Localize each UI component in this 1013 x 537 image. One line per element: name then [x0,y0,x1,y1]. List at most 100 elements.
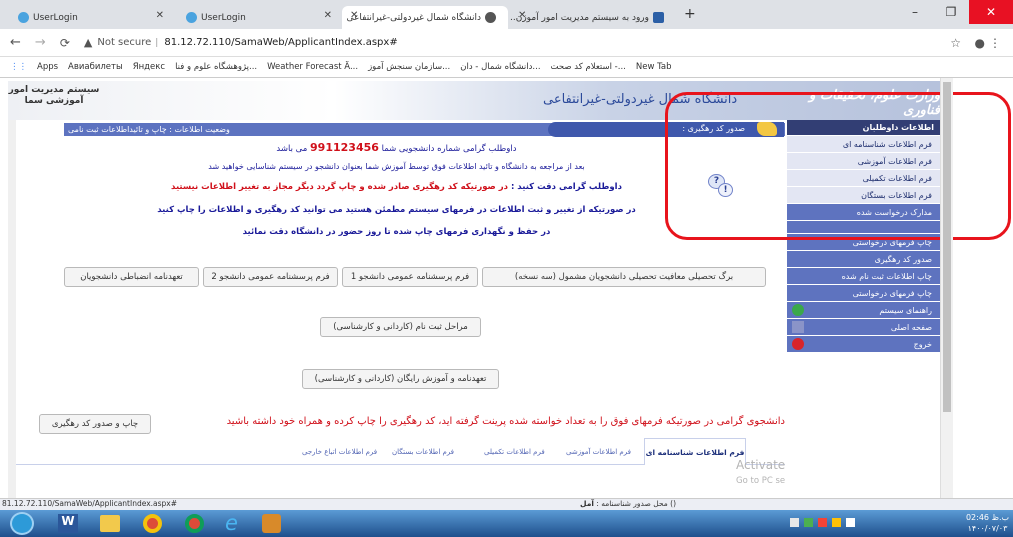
menu-icon[interactable]: ⋮ [989,36,1001,50]
close-window-icon[interactable]: ✕ [969,0,1013,24]
print-tracking-code-button[interactable]: چاپ و صدور کد رهگیری [39,414,151,434]
tab-title: UserLogin [33,12,78,23]
questionnaire-2-button[interactable]: فرم پرسشنامه عمومی دانشجو 2 [203,267,338,287]
close-tab-icon[interactable]: ✕ [350,10,358,21]
footer-birthplace: () محل صدور شناسنامه : آمل [580,499,676,508]
status-url: 81.12.72.110/SamaWeb/ApplicantIndex.aspx… [2,499,178,508]
tray-icon[interactable] [818,518,827,527]
registration-steps-button[interactable]: مراحل ثبت نام (کاردانی و کارشناسی) [320,317,481,337]
sidebar-item-exit[interactable]: خروج [787,336,940,353]
discipline-commitment-button[interactable]: تعهدنامه انضباطی دانشجویان [64,267,199,287]
military-exemption-form-button[interactable]: برگ تحصیلی معافیت تحصیلی دانشجویان مشمول… [482,267,766,287]
tab-supplementary-form[interactable]: فرم اطلاعات تکمیلی [484,448,545,456]
power-icon [792,338,804,350]
bookmark-weather[interactable]: Weather Forecast Ä... [267,62,358,72]
separator: | [155,37,159,48]
clock-time: 02:46 [965,513,990,522]
close-tab-icon[interactable]: ✕ [156,10,164,21]
bookmark-aviabilety[interactable]: Авиабилеты [68,62,123,72]
status-label: وضعیت اطلاعات : چاپ و تائیداطلاعات ثبت ن… [68,123,230,136]
address-bar-row: ← → ⟳ ▲ Not secure | 81.12.72.110/SamaWe… [0,29,1013,57]
bookmark-estelam[interactable]: استعلام کد صحت -... [551,62,626,72]
tray-icon[interactable] [804,518,813,527]
footer-birthplace-value: آمل [580,499,594,508]
browser-tab-bar: UserLogin ✕ UserLogin ✕ دانشگاه شمال غیر… [0,0,1013,29]
bottom-notice: دانشجوی گرامی در صورتیکه فرمهای فوق را ب… [226,416,785,427]
line1-prefix: داوطلب گرامی شماره دانشجویی شما [381,144,517,154]
bookmark-shomal[interactable]: دانشگاه شمال - دان... [460,62,540,72]
url-input[interactable]: 81.12.72.110/SamaWeb/ApplicantIndex.aspx… [164,37,397,48]
tab-relatives-form[interactable]: فرم اطلاعات بستگان [392,448,454,456]
favicon-icon [485,12,496,23]
ie-icon[interactable]: e [225,511,238,535]
sama-logo: سیستم مدیریت امور آموزشی سما [8,85,100,107]
reload-icon[interactable]: ⟳ [60,36,70,50]
activate-windows-title: Activate Windows [736,458,785,472]
line1-suffix: می باشد [276,144,308,154]
sidebar-help-label: راهنمای سیستم [879,305,932,315]
forward-arrow-icon[interactable]: → [35,35,46,50]
bookmark-research[interactable]: پژوهشگاه علوم و فنا... [175,62,257,72]
star-icon[interactable]: ☆ [950,36,961,50]
tab-education-form[interactable]: فرم اطلاعات آموزشی [566,448,631,456]
tray-icon[interactable] [832,518,841,527]
sidebar-home-label: صفحه اصلی [890,322,932,332]
clock[interactable]: 02:46 ب.ظ ۱۴۰۰/۰۷/۰۳ [965,512,1010,534]
app-icon[interactable] [262,514,281,533]
word-icon[interactable]: W [58,514,78,533]
sama-logo-line1: سیستم مدیریت امور [8,85,100,95]
clock-date: ۱۴۰۰/۰۷/۰۳ [967,524,1008,533]
caution-rest: در صورتیکه کد رهگیری صادر شده و چاپ گردد… [171,182,508,192]
tray-icon[interactable] [846,518,855,527]
not-secure-label[interactable]: Not secure [97,37,151,48]
chrome-icon-2[interactable] [185,514,204,533]
tab-identity-form[interactable]: فرم اطلاعات شناسنامه ای [644,438,746,465]
start-icon[interactable] [10,512,34,535]
bookmark-sanjesh[interactable]: سازمان سنجش آموز... [368,62,450,72]
page-scrollbar[interactable] [940,78,953,498]
minimize-icon[interactable]: – [897,0,933,24]
clock-ampm: ب.ظ [991,513,1010,522]
footer-birthplace-label: () محل صدور شناسنامه : [596,499,677,508]
bookmark-yandex[interactable]: Яндекс [133,62,165,72]
help-icon [792,304,804,316]
back-arrow-icon[interactable]: ← [10,35,21,50]
scrollbar-thumb[interactable] [943,82,951,412]
favicon-icon [186,12,197,23]
activate-windows-subtitle: Go to PC settings to activate Windows. [736,476,785,486]
windows-taskbar: W e 02:46 ب.ظ ۱۴۰۰/۰۷/۰۳ [0,510,1013,537]
tab-foreign-nationals-form[interactable]: فرم اطلاعات اتباع خارجی [302,448,377,456]
tab-university[interactable]: دانشگاه شمال غیردولتی-غیرانتفاعی ✕ [342,6,508,29]
home-icon [792,321,804,333]
bookmark-apps[interactable]: Apps [37,62,58,72]
profile-icon[interactable]: ● [975,36,985,50]
sama-logo-line2: آموزشی سما [24,96,84,106]
tab-userlogin-2[interactable]: UserLogin ✕ [174,6,340,29]
sidebar-item-print-registered[interactable]: چاپ اطلاعات ثبت نام شده [787,268,940,285]
maximize-icon[interactable]: ❐ [933,0,969,24]
student-number: 991123456 [310,141,379,154]
chrome-icon[interactable] [143,514,162,533]
sidebar-item-home[interactable]: صفحه اصلی [787,319,940,336]
left-scrollbar[interactable] [8,120,16,498]
sidebar-item-print-requested-2[interactable]: چاپ فرمهای درخواستی [787,285,940,302]
close-tab-icon[interactable]: ✕ [324,10,332,21]
warning-icon: ▲ [83,36,93,49]
tab-title: دانشگاه شمال غیردولتی-غیرانتفاعی [346,12,481,23]
caution-prefix: داوطلب گرامی دقت کنید : [510,182,622,192]
tab-sama-login[interactable]: ورود به سیستم مدیریت امور آموزن... ✕ [510,6,676,29]
free-education-commitment-button[interactable]: تعهدنامه و آموزش رایگان (کاردانی و کارشن… [302,369,499,389]
highlight-annotation [665,92,1011,240]
favicon-icon [653,12,664,23]
questionnaire-1-button[interactable]: فرم پرسشنامه عمومی دانشجو 1 [342,267,478,287]
tab-userlogin-1[interactable]: UserLogin ✕ [6,6,172,29]
sidebar-item-help[interactable]: راهنمای سیستم [787,302,940,319]
apps-icon: ⋮⋮ [10,62,27,72]
explorer-icon[interactable] [100,515,120,532]
new-tab-button[interactable]: + [684,6,696,22]
close-tab-icon[interactable]: ✕ [518,10,526,21]
window-controls: – ❐ ✕ [897,0,1013,24]
sidebar-item-issue-tracking[interactable]: صدور کد رهگیری [787,251,940,268]
bookmark-newtab[interactable]: New Tab [636,62,672,72]
tray-icon[interactable] [790,518,799,527]
